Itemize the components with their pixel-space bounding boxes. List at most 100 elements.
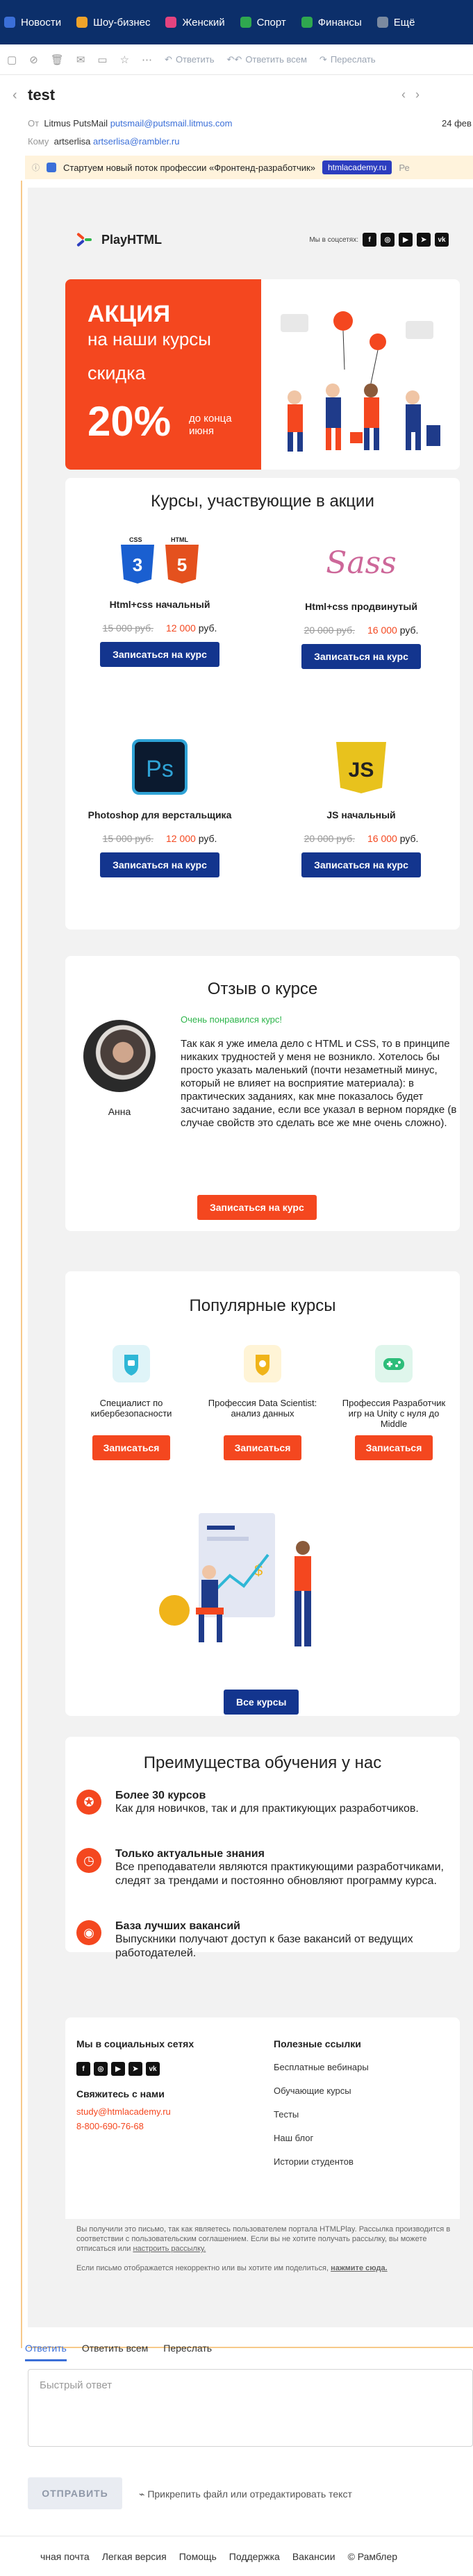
to-name[interactable]: artserlisa bbox=[54, 136, 91, 147]
message-date: 24 фев bbox=[442, 118, 472, 129]
star-icon[interactable]: ☆ bbox=[120, 53, 129, 66]
bottom-link[interactable]: Помощь bbox=[179, 2551, 217, 2562]
delete-icon[interactable]: 🗑 bbox=[51, 53, 64, 66]
mail-icon[interactable]: ✉ bbox=[76, 53, 85, 66]
youtube-icon[interactable]: ▶ bbox=[111, 2062, 125, 2076]
footer-disclaimer: Вы получили это письмо, так как являетес… bbox=[76, 2225, 451, 2272]
prev-next-arrows[interactable]: ‹› bbox=[401, 88, 429, 102]
contact-email[interactable]: study@htmlacademy.ru bbox=[76, 2106, 194, 2117]
all-courses-button[interactable]: Все курсы bbox=[224, 1690, 299, 1715]
svg-text:5: 5 bbox=[177, 554, 187, 575]
footer-link[interactable]: Обучающие курсы bbox=[274, 2086, 369, 2096]
advantage-item: ◷ Только актуальные знания Все преподават… bbox=[76, 1848, 451, 1888]
advantages-title: Преимущества обучения у нас bbox=[143, 1753, 382, 1772]
paperclip-icon: ⌁ bbox=[139, 2488, 145, 2500]
copyright: © Рамблер bbox=[347, 2550, 398, 2562]
bottom-link[interactable]: Легкая версия bbox=[102, 2551, 167, 2562]
photoshop-icon: Ps bbox=[132, 739, 188, 795]
more-icon[interactable]: ⋯ bbox=[142, 53, 152, 66]
svg-text:HTML: HTML bbox=[171, 536, 188, 543]
tab-reply[interactable]: Ответить bbox=[25, 2343, 67, 2361]
vk-icon[interactable]: vk bbox=[146, 2062, 160, 2076]
block-icon[interactable]: ⊘ bbox=[29, 53, 38, 66]
enroll-button[interactable]: Записаться на курс bbox=[100, 642, 219, 667]
facebook-icon[interactable]: f bbox=[363, 233, 376, 247]
from-line: От Litmus PutsMail putsmail@putsmail.lit… bbox=[28, 118, 233, 129]
forward-button[interactable]: ↷ Переслать bbox=[320, 54, 376, 65]
course-price: 15 000 руб. 12 000 руб. bbox=[102, 622, 217, 634]
telegram-icon[interactable]: ➤ bbox=[417, 233, 431, 247]
nav-showbiz[interactable]: Шоу-бизнес bbox=[76, 17, 150, 28]
reply-all-button[interactable]: ↶↶ Ответить всем bbox=[227, 54, 307, 65]
vk-icon[interactable]: vk bbox=[435, 233, 449, 247]
reply-icon: ↶ bbox=[165, 53, 172, 65]
nav-finance[interactable]: Финансы bbox=[301, 17, 362, 28]
tab-reply-all[interactable]: Ответить всем bbox=[82, 2343, 148, 2361]
popular-enroll-button[interactable]: Записаться bbox=[354, 1435, 433, 1460]
reply-button[interactable]: ↶ Ответить bbox=[165, 54, 214, 65]
enroll-button[interactable]: Записаться на курс bbox=[100, 852, 219, 877]
settings-link[interactable]: настроить рассылку. bbox=[133, 2245, 206, 2253]
course-card: JS JS начальный 20 000 руб. 16 000 руб. З… bbox=[278, 739, 445, 877]
from-name[interactable]: Litmus PutsMail bbox=[44, 118, 108, 129]
nav-women[interactable]: Женский bbox=[165, 17, 225, 28]
popular-enroll-button[interactable]: Записаться bbox=[223, 1435, 302, 1460]
svg-text:CSS: CSS bbox=[129, 536, 142, 543]
bottom-link[interactable]: чная почта bbox=[40, 2551, 90, 2562]
footer-link[interactable]: Наш блог bbox=[274, 2133, 369, 2143]
shield-icon bbox=[113, 1345, 150, 1382]
instagram-icon[interactable]: ◎ bbox=[381, 233, 395, 247]
telegram-icon[interactable]: ➤ bbox=[128, 2062, 142, 2076]
course-price: 20 000 руб. 16 000 руб. bbox=[304, 625, 419, 636]
footer-link[interactable]: Истории студентов bbox=[274, 2156, 369, 2167]
contact-phone[interactable]: 8-800-690-76-68 bbox=[76, 2121, 194, 2131]
medal-icon: ✪ bbox=[76, 1790, 101, 1815]
quick-reply-input[interactable]: Быстрый ответ bbox=[28, 2369, 473, 2447]
instagram-icon[interactable]: ◎ bbox=[94, 2062, 108, 2076]
reply-all-icon: ↶↶ bbox=[226, 53, 242, 65]
popular-illustration: $ bbox=[159, 1513, 311, 1646]
nav-sport[interactable]: Спорт bbox=[240, 17, 286, 28]
sass-icon: Sass bbox=[326, 545, 397, 581]
review-text: Так как я уже имела дело с HTML и CSS, т… bbox=[181, 1038, 457, 1129]
footer-link[interactable]: Бесплатные вебинары bbox=[274, 2062, 369, 2072]
course-card: Ps Photoshop для верстальщика 15 000 руб… bbox=[76, 739, 243, 877]
advantage-item: ✪ Более 30 курсов Как для новичков, так и… bbox=[76, 1790, 451, 1816]
copy-icon[interactable]: ▢ bbox=[7, 53, 17, 66]
enroll-button[interactable]: Записаться на курс bbox=[301, 644, 421, 669]
women-icon bbox=[165, 17, 177, 28]
popular-course: Специалист по кибербезопасности Записать… bbox=[72, 1345, 190, 1460]
course-price: 20 000 руб. 16 000 руб. bbox=[304, 833, 419, 844]
from-email[interactable]: putsmail@putsmail.litmus.com bbox=[110, 118, 233, 129]
popular-course: Профессия Разработчик игр на Unity с нул… bbox=[335, 1345, 453, 1460]
to-line: Кому artserlisa artserlisa@rambler.ru bbox=[28, 136, 180, 147]
facebook-icon[interactable]: f bbox=[76, 2062, 90, 2076]
archive-icon[interactable]: ▭ bbox=[97, 53, 107, 66]
nav-news[interactable]: Новости bbox=[4, 17, 61, 28]
message-toolbar: ▢ ⊘ 🗑 ✉ ▭ ☆ ⋯ ↶ Ответить ↶↶ Ответить всем … bbox=[0, 44, 473, 75]
send-button[interactable]: ОТПРАВИТЬ bbox=[28, 2477, 122, 2509]
tab-forward[interactable]: Переслать bbox=[163, 2343, 212, 2361]
target-icon: ◉ bbox=[76, 1920, 101, 1945]
view-online-link[interactable]: нажмите сюда. bbox=[331, 2264, 388, 2272]
popular-course: Профессия Data Scientist: анализ данных … bbox=[204, 1345, 322, 1460]
brand-logo[interactable]: PlayHTML bbox=[76, 232, 162, 247]
course-card: Sass Html+css продвинутый 20 000 руб. 16 … bbox=[278, 535, 445, 669]
nav-more[interactable]: Ещё bbox=[376, 17, 415, 28]
enroll-button[interactable]: Записаться на курс bbox=[301, 852, 421, 877]
promo-text-block: АКЦИЯ на наши курсы скидка 20% до конца … bbox=[65, 279, 261, 470]
ad-tag[interactable]: htmlacademy.ru bbox=[322, 160, 392, 174]
bottom-link[interactable]: Поддержка bbox=[229, 2551, 280, 2562]
ad-banner[interactable]: ⓘ Стартуем новый поток профессии «Фронте… bbox=[25, 156, 473, 179]
message-header: ‹ test ‹› От Litmus PutsMail putsmail@pu… bbox=[0, 76, 473, 167]
showbiz-icon bbox=[76, 17, 88, 28]
bottom-link[interactable]: Вакансии bbox=[292, 2551, 335, 2562]
footer-link[interactable]: Тесты bbox=[274, 2109, 369, 2120]
attach-link[interactable]: ⌁ Прикрепить файл или отредактировать те… bbox=[139, 2488, 352, 2500]
youtube-icon[interactable]: ▶ bbox=[399, 233, 413, 247]
header-socials: Мы в соцсетях: f ◎ ▶ ➤ vk bbox=[309, 233, 449, 247]
review-enroll-button[interactable]: Записаться на курс bbox=[197, 1195, 317, 1220]
back-icon[interactable]: ‹ bbox=[13, 88, 17, 104]
popular-enroll-button[interactable]: Записаться bbox=[92, 1435, 171, 1460]
to-email[interactable]: artserlisa@rambler.ru bbox=[93, 136, 179, 147]
